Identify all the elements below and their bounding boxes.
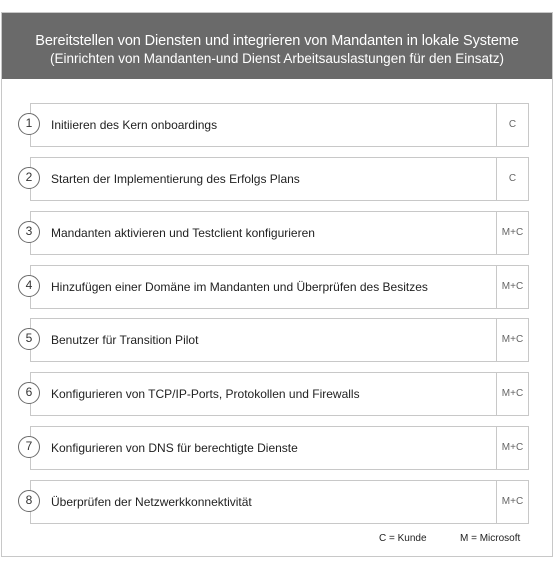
step-number-6: 6	[18, 382, 40, 404]
step-responsibility-5: M+C	[496, 319, 528, 361]
step-number-2: 2	[18, 167, 40, 189]
step-row-3: 3 Mandanten aktivieren und Testclient ko…	[18, 211, 529, 255]
step-responsibility-4: M+C	[496, 266, 528, 308]
step-label-4: Hinzufügen einer Domäne im Mandanten und…	[51, 280, 428, 294]
step-label-1: Initiieren des Kern onboardings	[51, 118, 218, 132]
step-number-7: 7	[18, 436, 40, 458]
step-row-7: 7 Konfigurieren von DNS für berechtigte …	[18, 426, 529, 470]
step-label-5: Benutzer für Transition Pilot	[51, 333, 199, 347]
step-row-5: 5 Benutzer für Transition Pilot M+C	[18, 318, 529, 362]
step-responsibility-6: M+C	[496, 373, 528, 415]
legend-microsoft: M = Microsoft	[460, 533, 521, 544]
step-responsibility-3: M+C	[496, 212, 528, 254]
step-responsibility-1: C	[496, 104, 528, 146]
step-label-6: Konfigurieren von TCP/IP-Ports, Protokol…	[51, 387, 360, 401]
step-responsibility-2: C	[496, 158, 528, 200]
step-number-8: 8	[18, 490, 40, 512]
step-label-7: Konfigurieren von DNS für berechtigte Di…	[51, 441, 298, 455]
step-row-6: 6 Konfigurieren von TCP/IP-Ports, Protok…	[18, 372, 529, 416]
step-number-5: 5	[18, 328, 40, 350]
step-label-8: Überprüfen der Netzwerkkonnektivität	[51, 495, 252, 509]
step-number-1: 1	[18, 113, 40, 135]
step-number-4: 4	[18, 275, 40, 297]
steps-list: 1 Initiieren des Kern onboardings C 2 St…	[0, 0, 556, 575]
step-row-2: 2 Starten der Implementierung des Erfolg…	[18, 157, 529, 201]
step-label-2: Starten der Implementierung des Erfolgs …	[51, 172, 300, 186]
step-label-3: Mandanten aktivieren und Testclient konf…	[51, 226, 315, 240]
step-row-4: 4 Hinzufügen einer Domäne im Mandanten u…	[18, 265, 529, 309]
step-row-8: 8 Überprüfen der Netzwerkkonnektivität M…	[18, 480, 529, 524]
step-number-3: 3	[18, 221, 40, 243]
step-responsibility-8: M+C	[496, 481, 528, 523]
step-responsibility-7: M+C	[496, 427, 528, 469]
legend-customer: C = Kunde	[379, 533, 427, 544]
step-row-1: 1 Initiieren des Kern onboardings C	[18, 103, 529, 147]
